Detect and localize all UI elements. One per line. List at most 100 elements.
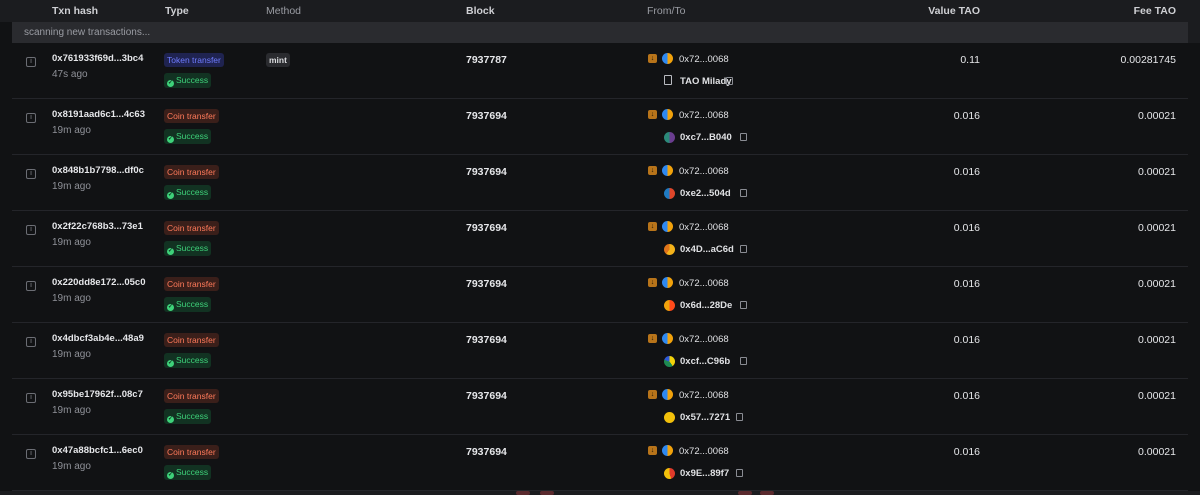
expand-row-icon[interactable]: i [26,57,36,67]
txn-age: 19m ago [52,349,91,360]
txn-hash-link[interactable]: 0x95be17962f...08c7 [52,389,143,400]
to-address-link[interactable]: 0x6d...28De [680,300,732,311]
table-row[interactable]: i 0x761933f69d...3bc4 47s ago Token tran… [12,43,1188,99]
transactions-table: Txn hash Type Method Block From/To Value… [0,0,1200,495]
from-address-link[interactable]: 0x72...0068 [679,390,729,401]
from-address-link[interactable]: 0x72...0068 [679,334,729,345]
table-row[interactable]: i 0x220dd8e172...05c0 19m ago Coin trans… [12,267,1188,323]
from-avatar [662,165,673,176]
col-type: Type [165,5,189,17]
table-row[interactable]: i 0x8191aad6c1...4c63 19m ago Coin trans… [12,99,1188,155]
txn-age: 19m ago [52,125,91,136]
copy-icon[interactable] [740,245,747,253]
copy-icon[interactable] [740,301,747,309]
block-link[interactable]: 7937787 [466,54,507,66]
check-icon: ✓ [167,79,174,87]
txn-age: 19m ago [52,293,91,304]
txn-age: 19m ago [52,461,91,472]
value-tao: 0.016 [953,446,980,458]
col-value: Value TAO [928,5,980,17]
from-avatar [662,389,673,400]
expand-row-icon[interactable]: i [26,337,36,347]
type-badge: Coin transfer [164,109,219,123]
expand-row-icon[interactable]: i [26,225,36,235]
block-link[interactable]: 7937694 [466,222,507,234]
txn-hash-link[interactable]: 0x2f22c768b3...73e1 [52,221,143,232]
check-icon: ✓ [167,471,174,479]
txn-hash-link[interactable]: 0x761933f69d...3bc4 [52,53,143,64]
from-address-link[interactable]: 0x72...0068 [679,54,729,65]
copy-icon[interactable] [736,413,743,421]
to-avatar [664,300,675,311]
block-link[interactable]: 7937694 [466,390,507,402]
to-address-link[interactable]: 0xc7...B040 [680,132,732,143]
to-address-link[interactable]: 0x4D...aC6d [680,244,734,255]
txn-hash-link[interactable]: 0x4dbcf3ab4e...48a9 [52,333,144,344]
bottom-scroll-indicator [0,491,1200,495]
block-link[interactable]: 7937694 [466,166,507,178]
type-badge: Coin transfer [164,389,219,403]
direction-arrow-icon: ↓ [648,334,657,343]
table-row[interactable]: i 0x47a88bcfc1...6ec0 19m ago Coin trans… [12,435,1188,491]
status-badge: ✓ Success [164,185,212,200]
from-address-link[interactable]: 0x72...0068 [679,278,729,289]
direction-arrow-icon: ↓ [648,446,657,455]
to-address-link[interactable]: 0x9E...89f7 [680,468,729,479]
to-address-link[interactable]: 0xe2...504d [680,188,731,199]
block-link[interactable]: 7937694 [466,446,507,458]
expand-row-icon[interactable]: i [26,113,36,123]
from-address-link[interactable]: 0x72...0068 [679,446,729,457]
fee-tao: 0.00021 [1138,166,1176,178]
from-avatar [662,53,673,64]
copy-icon[interactable] [736,469,743,477]
to-avatar [664,244,675,255]
direction-arrow-icon: ↓ [648,390,657,399]
status-label: Success [176,187,209,197]
check-icon: ✓ [167,359,174,367]
table-row[interactable]: i 0x2f22c768b3...73e1 19m ago Coin trans… [12,211,1188,267]
txn-hash-link[interactable]: 0x220dd8e172...05c0 [52,277,146,288]
value-tao: 0.016 [953,166,980,178]
fee-tao: 0.00021 [1138,222,1176,234]
block-link[interactable]: 7937694 [466,110,507,122]
col-fee: Fee TAO [1133,5,1176,17]
expand-row-icon[interactable]: i [26,449,36,459]
table-row[interactable]: i 0x4dbcf3ab4e...48a9 19m ago Coin trans… [12,323,1188,379]
status-label: Success [176,411,209,421]
copy-icon[interactable] [740,357,747,365]
table-row[interactable]: i 0x848b1b7798...df0c 19m ago Coin trans… [12,155,1188,211]
status-badge: ✓ Success [164,241,212,256]
fee-tao: 0.00021 [1138,278,1176,290]
to-avatar [664,132,675,143]
check-icon: ✓ [167,415,174,423]
expand-row-icon[interactable]: i [26,281,36,291]
to-address-link[interactable]: TAO Milady [680,76,732,87]
method-badge: mint [266,53,290,67]
to-avatar [664,188,675,199]
fee-tao: 0.00021 [1138,334,1176,346]
from-address-link[interactable]: 0x72...0068 [679,222,729,233]
to-address-link[interactable]: 0xcf...C96b [680,356,730,367]
from-avatar [662,109,673,120]
scroll-gutter [1188,22,1200,43]
expand-row-icon[interactable]: i [26,169,36,179]
document-icon [664,75,672,85]
copy-icon[interactable] [726,77,733,85]
to-avatar [664,412,675,423]
to-address-link[interactable]: 0x57...7271 [680,412,730,423]
block-link[interactable]: 7937694 [466,278,507,290]
from-address-link[interactable]: 0x72...0068 [679,166,729,177]
copy-icon[interactable] [740,189,747,197]
table-row[interactable]: i 0x95be17962f...08c7 19m ago Coin trans… [12,379,1188,435]
block-link[interactable]: 7937694 [466,334,507,346]
txn-hash-link[interactable]: 0x47a88bcfc1...6ec0 [52,445,143,456]
expand-row-icon[interactable]: i [26,393,36,403]
from-address-link[interactable]: 0x72...0068 [679,110,729,121]
status-label: Success [176,467,209,477]
txn-hash-link[interactable]: 0x848b1b7798...df0c [52,165,144,176]
copy-icon[interactable] [740,133,747,141]
status-badge: ✓ Success [164,73,212,88]
txn-hash-link[interactable]: 0x8191aad6c1...4c63 [52,109,145,120]
status-badge: ✓ Success [164,409,212,424]
status-badge: ✓ Success [164,465,212,480]
